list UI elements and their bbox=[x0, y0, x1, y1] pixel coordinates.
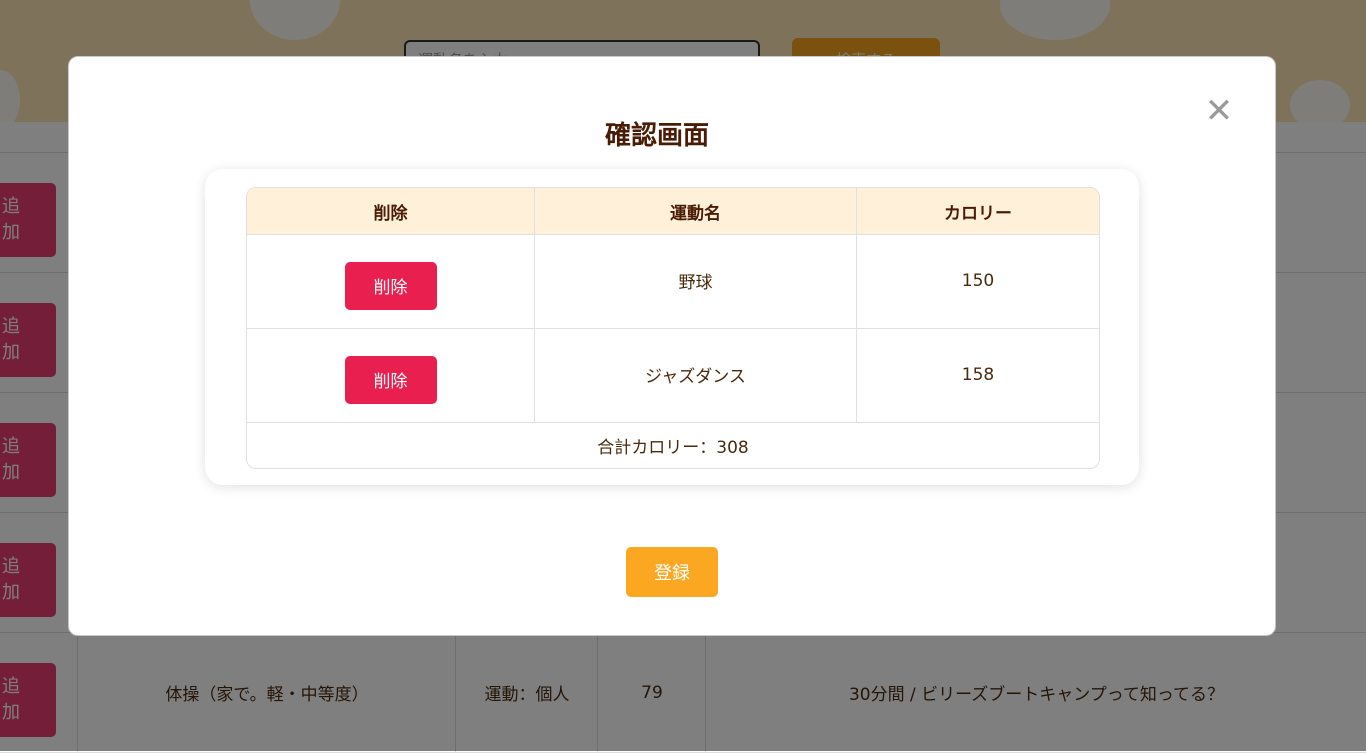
selected-exercises-table: 削除 運動名 カロリー 削除 野球 150 削除 ジャズダンス 158 合計カロ… bbox=[246, 187, 1100, 469]
table-row: 削除 野球 150 bbox=[247, 235, 1099, 329]
delete-cell: 削除 bbox=[247, 329, 535, 422]
header-exercise-name: 運動名 bbox=[535, 188, 857, 234]
exercise-calorie: 158 bbox=[961, 364, 995, 385]
summary-card-inner: 削除 運動名 カロリー 削除 野球 150 削除 ジャズダンス 158 合計カロ… bbox=[233, 169, 1113, 485]
confirm-modal: ✕ 確認画面 削除 運動名 カロリー 削除 野球 150 削除 ジャズダンス 1… bbox=[68, 56, 1276, 636]
table-row: 削除 ジャズダンス 158 bbox=[247, 329, 1099, 423]
exercise-name: 野球 bbox=[535, 235, 857, 328]
delete-button[interactable]: 削除 bbox=[344, 261, 437, 310]
modal-title: 確認画面 bbox=[604, 121, 709, 151]
header-calorie: カロリー bbox=[857, 188, 1099, 234]
register-button[interactable]: 登録 bbox=[626, 547, 718, 597]
summary-card: 削除 運動名 カロリー 削除 野球 150 削除 ジャズダンス 158 合計カロ… bbox=[205, 169, 1139, 485]
header-delete: 削除 bbox=[247, 188, 535, 234]
delete-cell: 削除 bbox=[247, 235, 535, 328]
exercise-name: ジャズダンス bbox=[535, 329, 857, 422]
table-header-row: 削除 運動名 カロリー bbox=[247, 188, 1099, 235]
total-calorie: 合計カロリー：308 bbox=[597, 438, 749, 458]
total-row: 合計カロリー：308 bbox=[247, 423, 1099, 468]
delete-button[interactable]: 削除 bbox=[344, 355, 437, 404]
exercise-calorie: 150 bbox=[961, 270, 995, 291]
